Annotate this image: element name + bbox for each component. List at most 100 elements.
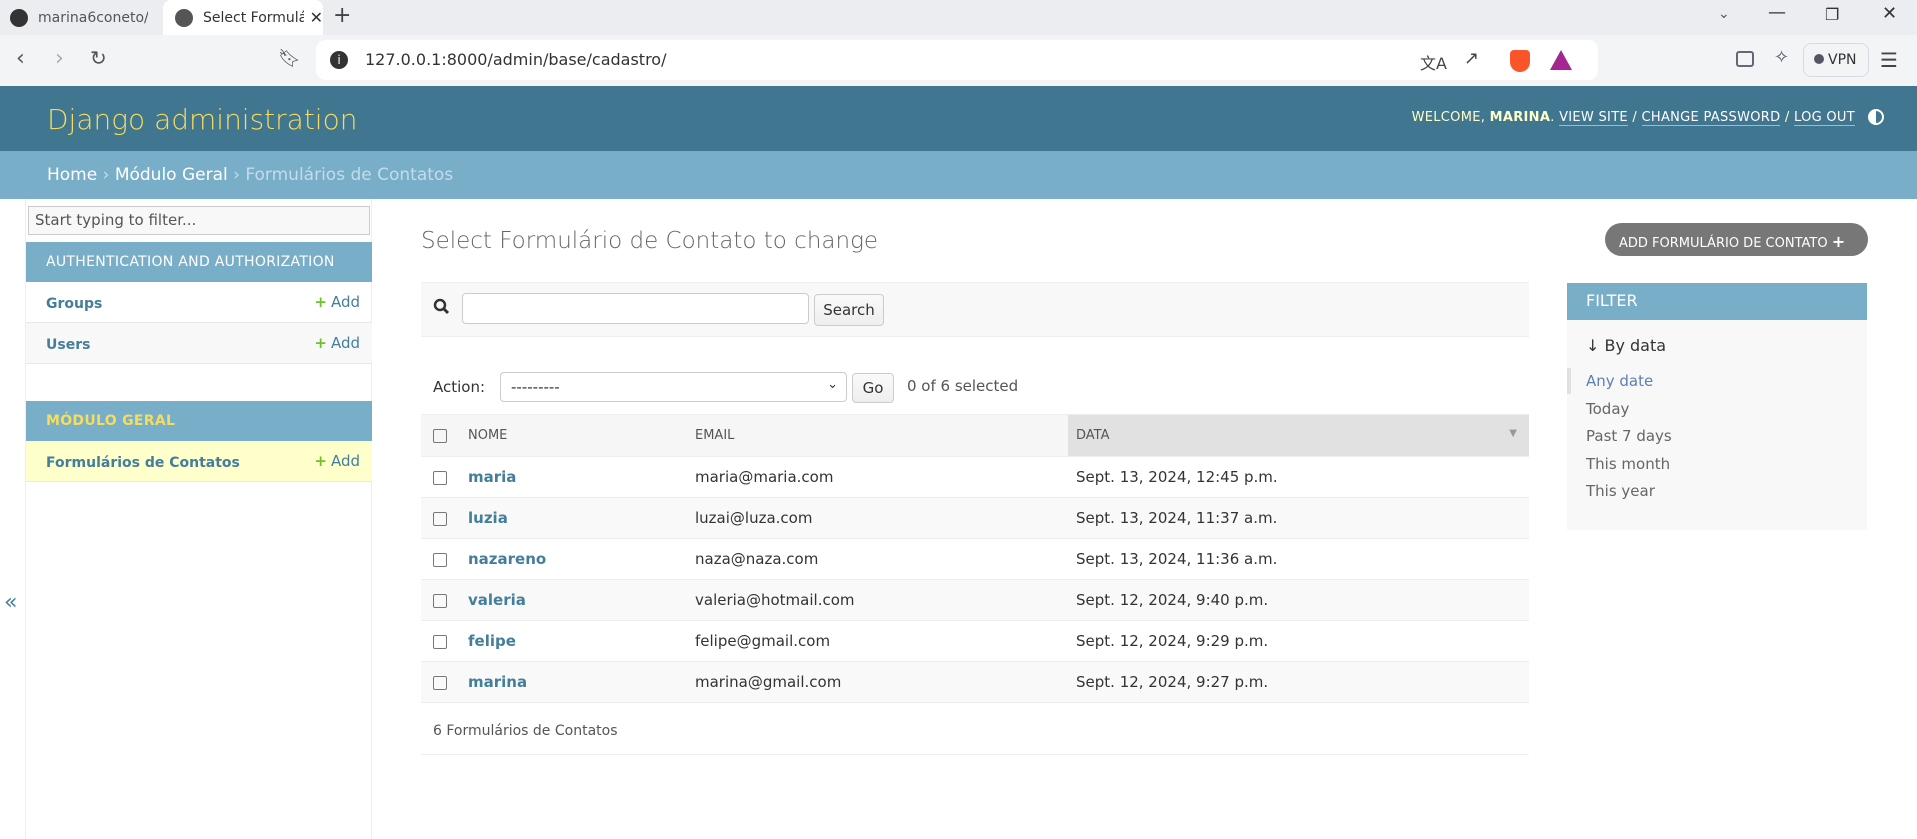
breadcrumb-app[interactable]: Módulo Geral xyxy=(115,165,228,185)
plus-icon: + xyxy=(314,334,327,352)
filter-past-7-days[interactable]: Past 7 days xyxy=(1586,427,1672,445)
row-checkbox[interactable] xyxy=(433,470,447,485)
action-select[interactable]: --------- ⌄ xyxy=(500,372,847,402)
plus-icon: + xyxy=(1831,232,1846,251)
github-icon xyxy=(10,8,28,27)
back-icon[interactable]: ‹ xyxy=(16,46,25,71)
row-nome-link[interactable]: nazareno xyxy=(468,550,546,568)
sidebar-item-formularios: Formulários de Contatos + Add xyxy=(26,441,372,482)
minimize-icon[interactable]: — xyxy=(1768,2,1786,23)
wallet-icon[interactable] xyxy=(1736,51,1754,67)
theme-toggle-icon[interactable] xyxy=(1868,109,1884,125)
row-checkbox[interactable] xyxy=(433,511,447,526)
add-formulario-link[interactable]: + Add xyxy=(314,452,360,470)
log-out-link[interactable]: LOG OUT xyxy=(1793,110,1855,126)
site-info-icon[interactable]: i xyxy=(330,51,348,69)
chevron-down-icon: ⌄ xyxy=(827,377,838,392)
tab-list-icon[interactable]: ⌄ xyxy=(1718,6,1730,22)
user-tools: WELCOME, MARINA. VIEW SITE / CHANGE PASS… xyxy=(1411,110,1855,126)
close-tab-icon[interactable]: ✕ xyxy=(310,8,323,27)
table-header: NOME EMAIL DATA ▼ xyxy=(421,414,1529,457)
breadcrumb-current: Formulários de Contatos xyxy=(245,165,454,185)
filter-panel: FILTER ↓ By data Any date Today Past 7 d… xyxy=(1567,283,1867,530)
close-window-icon[interactable]: ✕ xyxy=(1882,3,1897,24)
breadcrumb-home[interactable]: Home xyxy=(47,165,97,185)
toggle-sidebar-button[interactable]: « xyxy=(4,590,17,615)
sidebar-item-users: Users + Add xyxy=(26,323,372,364)
filter-today[interactable]: Today xyxy=(1586,400,1629,418)
row-nome-link[interactable]: valeria xyxy=(468,591,526,609)
username: MARINA xyxy=(1489,110,1551,125)
table-row: marina marina@gmail.com Sept. 12, 2024, … xyxy=(421,661,1529,703)
filter-heading[interactable]: ↓ By data xyxy=(1586,336,1666,355)
search-button[interactable]: Search xyxy=(814,294,884,326)
table-row: luzia luzai@luza.com Sept. 13, 2024, 11:… xyxy=(421,497,1529,539)
sort-descending-icon[interactable]: ▼ xyxy=(1509,428,1517,439)
browser-tab-github[interactable]: marina6coneto/django_cadastro_we xyxy=(10,0,160,35)
brave-rewards-icon[interactable] xyxy=(1550,50,1572,70)
filter-this-year[interactable]: This year xyxy=(1586,482,1655,500)
row-nome-link[interactable]: maria xyxy=(468,468,516,486)
globe-icon xyxy=(175,8,193,27)
results-table: NOME EMAIL DATA ▼ maria maria@maria.com S… xyxy=(421,414,1529,703)
row-nome-link[interactable]: luzia xyxy=(468,509,508,527)
filter-title: FILTER xyxy=(1567,283,1867,320)
bookmark-icon[interactable]: 🔖︎ xyxy=(278,48,301,69)
row-nome-link[interactable]: marina xyxy=(468,673,527,691)
translate-icon[interactable]: 文A xyxy=(1420,50,1447,74)
breadcrumb: Home › Módulo Geral › Formulários de Con… xyxy=(0,151,1917,199)
row-email: felipe@gmail.com xyxy=(687,620,1068,662)
menu-icon[interactable]: ☰ xyxy=(1880,48,1898,72)
browser-tab-active[interactable]: Select Formulário de Contato to✕ xyxy=(163,0,323,35)
add-formulario-button[interactable]: ADD FORMULÁRIO DE CONTATO + xyxy=(1605,223,1868,256)
filter-any-date[interactable]: Any date xyxy=(1586,372,1653,390)
filter-this-month[interactable]: This month xyxy=(1586,455,1670,473)
restore-icon[interactable]: ❐ xyxy=(1825,5,1839,24)
reload-icon[interactable]: ↻ xyxy=(90,46,107,70)
row-data: Sept. 12, 2024, 9:27 p.m. xyxy=(1068,661,1529,703)
go-button[interactable]: Go xyxy=(852,373,894,403)
column-data[interactable]: DATA ▼ xyxy=(1068,414,1529,457)
leo-ai-icon[interactable]: ✧ xyxy=(1774,47,1789,68)
row-data: Sept. 12, 2024, 9:40 p.m. xyxy=(1068,579,1529,621)
row-nome-link[interactable]: felipe xyxy=(468,632,516,650)
app-caption-auth[interactable]: AUTHENTICATION AND AUTHORIZATION xyxy=(26,242,372,282)
site-brand[interactable]: Django administration xyxy=(47,103,357,136)
browser-tab-bar: marina6coneto/django_cadastro_we Select … xyxy=(0,0,1917,35)
row-checkbox[interactable] xyxy=(433,552,447,567)
row-checkbox[interactable] xyxy=(433,593,447,608)
share-icon[interactable]: ↗ xyxy=(1464,48,1479,69)
row-email: luzai@luza.com xyxy=(687,497,1068,539)
table-row: nazareno naza@naza.com Sept. 13, 2024, 1… xyxy=(421,538,1529,580)
new-tab-icon[interactable]: + xyxy=(333,3,351,28)
row-data: Sept. 13, 2024, 12:45 p.m. xyxy=(1068,456,1529,498)
change-password-link[interactable]: CHANGE PASSWORD xyxy=(1641,110,1781,126)
selected-indicator xyxy=(1567,368,1571,394)
brave-shields-icon[interactable] xyxy=(1510,50,1530,72)
vpn-button[interactable]: VPN xyxy=(1803,43,1869,77)
column-nome[interactable]: NOME xyxy=(460,414,687,457)
row-checkbox[interactable] xyxy=(433,675,447,690)
row-checkbox[interactable] xyxy=(433,634,447,649)
forward-icon[interactable]: › xyxy=(55,46,64,71)
view-site-link[interactable]: VIEW SITE xyxy=(1559,110,1628,126)
search-input[interactable] xyxy=(462,293,809,324)
nav-sidebar: Start typing to filter... AUTHENTICATION… xyxy=(25,199,372,839)
row-email: marina@gmail.com xyxy=(687,661,1068,703)
row-email: maria@maria.com xyxy=(687,456,1068,498)
page-title: Select Formulário de Contato to change xyxy=(421,228,879,254)
row-email: naza@naza.com xyxy=(687,538,1068,580)
add-groups-link[interactable]: + Add xyxy=(314,293,360,311)
plus-icon: + xyxy=(314,293,327,311)
table-row: maria maria@maria.com Sept. 13, 2024, 12… xyxy=(421,456,1529,498)
vpn-status-icon xyxy=(1814,54,1824,64)
table-row: valeria valeria@hotmail.com Sept. 12, 20… xyxy=(421,579,1529,621)
add-users-link[interactable]: + Add xyxy=(314,334,360,352)
search-icon xyxy=(433,298,450,315)
column-email[interactable]: EMAIL xyxy=(687,414,1068,457)
nav-filter-input[interactable]: Start typing to filter... xyxy=(28,206,370,235)
select-all-checkbox[interactable] xyxy=(433,428,447,443)
url-text[interactable]: 127.0.0.1:8000/admin/base/cadastro/ xyxy=(365,50,666,69)
app-caption-modulo-geral[interactable]: MÓDULO GERAL xyxy=(26,401,372,441)
plus-icon: + xyxy=(314,452,327,470)
